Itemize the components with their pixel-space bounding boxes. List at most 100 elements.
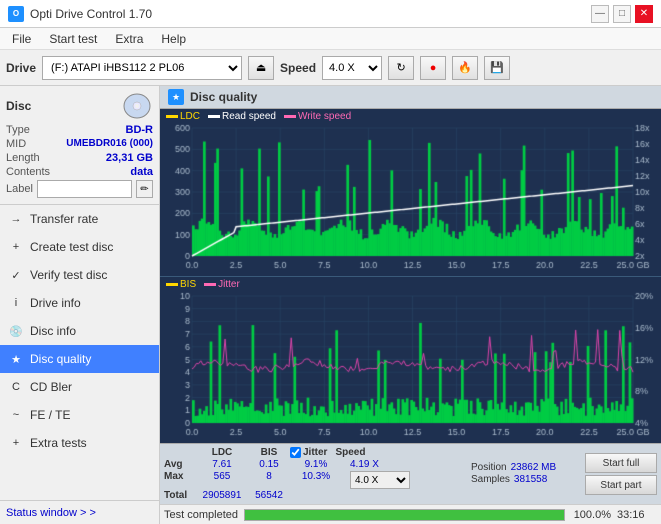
stats-columns: LDC BIS Jitter Speed Avg 7.61 0.15 9.1% <box>164 447 467 501</box>
window-controls: — □ ✕ <box>591 5 653 23</box>
stats-ldc-header: LDC <box>196 447 248 458</box>
disc-label-row: Label ✏ <box>6 180 153 198</box>
legend-bis: BIS <box>166 279 196 290</box>
ldc-chart <box>160 124 661 274</box>
refresh-button[interactable]: ↻ <box>388 56 414 80</box>
content-area: ★ Disc quality LDC Read speed <box>160 86 661 524</box>
type-label: Type <box>6 124 30 136</box>
top-legend: LDC Read speed Write speed <box>160 109 661 124</box>
label-edit-button[interactable]: ✏ <box>136 180 153 198</box>
charts-wrapper: LDC Read speed Write speed <box>160 109 661 443</box>
menu-start-test[interactable]: Start test <box>41 30 105 48</box>
position-label: Position <box>471 462 507 473</box>
progress-bar-fill <box>245 510 564 520</box>
avg-bis: 0.15 <box>248 459 290 470</box>
disc-length-row: Length 23,31 GB <box>6 152 153 164</box>
burn-button[interactable]: 🔥 <box>452 56 478 80</box>
sidebar-item-fe-te[interactable]: ~ FE / TE <box>0 401 159 429</box>
position-row: Position 23862 MB <box>471 462 581 473</box>
legend-jitter: Jitter <box>204 279 240 290</box>
start-part-button[interactable]: Start part <box>585 475 657 495</box>
stats-max-row: Max 565 8 10.3% 4.0 X2.0 X8.0 X <box>164 471 467 489</box>
drive-select[interactable]: (F:) ATAPI iHBS112 2 PL06 <box>42 56 242 80</box>
stats-bis-header: BIS <box>248 447 290 458</box>
speed-select-stats[interactable]: 4.0 X2.0 X8.0 X <box>350 471 410 489</box>
toolbar: Drive (F:) ATAPI iHBS112 2 PL06 ⏏ Speed … <box>0 50 661 86</box>
bis-jitter-chart <box>160 292 661 441</box>
speed-select[interactable]: 4.0 X 2.0 X 8.0 X <box>322 56 382 80</box>
create-test-disc-icon: + <box>8 239 24 255</box>
verify-test-disc-icon: ✓ <box>8 267 24 283</box>
sidebar-item-extra-tests[interactable]: + Extra tests <box>0 429 159 457</box>
stats-header-row: LDC BIS Jitter Speed <box>164 447 467 458</box>
sidebar-item-drive-info[interactable]: i Drive info <box>0 289 159 317</box>
max-bis: 8 <box>248 471 290 489</box>
sidebar-item-verify-test-disc[interactable]: ✓ Verify test disc <box>0 261 159 289</box>
disc-contents-row: Contents data <box>6 166 153 178</box>
speed-label: Speed <box>280 61 316 75</box>
max-ldc: 565 <box>196 471 248 489</box>
status-message: Test completed <box>164 509 238 521</box>
legend-ldc-label: LDC <box>180 111 200 122</box>
samples-value: 381558 <box>514 474 547 485</box>
sidebar-item-label-fe-te: FE / TE <box>30 408 70 422</box>
sidebar-item-disc-quality[interactable]: ★ Disc quality <box>0 345 159 373</box>
sidebar-item-transfer-rate[interactable]: → Transfer rate <box>0 205 159 233</box>
avg-label: Avg <box>164 459 196 470</box>
disc-info-icon: 💿 <box>8 323 24 339</box>
legend-jitter-color <box>204 283 216 286</box>
bottom-chart-container: BIS Jitter <box>160 277 661 444</box>
sidebar-item-label-cd-bler: CD Bler <box>30 380 72 394</box>
menu-extra[interactable]: Extra <box>107 30 151 48</box>
stats-inner: LDC BIS Jitter Speed Avg 7.61 0.15 9.1% <box>160 444 661 504</box>
disc-section: Disc Type BD-R MID UMEBDR016 (000) Leng <box>0 86 159 205</box>
top-chart-container: LDC Read speed Write speed <box>160 109 661 277</box>
extra-tests-icon: + <box>8 435 24 451</box>
legend-jitter-label: Jitter <box>218 279 240 290</box>
progress-section: Test completed 100.0% 33:16 <box>160 504 661 524</box>
minimize-button[interactable]: — <box>591 5 609 23</box>
avg-ldc: 7.61 <box>196 459 248 470</box>
label-input[interactable] <box>37 180 132 198</box>
jitter-header: Jitter <box>290 447 327 458</box>
settings-button[interactable]: ● <box>420 56 446 80</box>
sidebar-item-create-test-disc[interactable]: + Create test disc <box>0 233 159 261</box>
app-title: Opti Drive Control 1.70 <box>30 7 152 21</box>
disc-title: Disc <box>6 99 31 113</box>
mid-label: MID <box>6 138 26 150</box>
stats-avg-row: Avg 7.61 0.15 9.1% 4.19 X <box>164 459 467 470</box>
sidebar-item-disc-info[interactable]: 💿 Disc info <box>0 317 159 345</box>
menu-bar: File Start test Extra Help <box>0 28 661 50</box>
total-ldc: 2905891 <box>196 490 248 501</box>
sidebar-item-label-create-test-disc: Create test disc <box>30 240 113 254</box>
sidebar: Disc Type BD-R MID UMEBDR016 (000) Leng <box>0 86 160 524</box>
drive-info-icon: i <box>8 295 24 311</box>
disc-header: Disc <box>6 92 153 120</box>
menu-help[interactable]: Help <box>153 30 194 48</box>
start-full-button[interactable]: Start full <box>585 453 657 473</box>
save-button[interactable]: 💾 <box>484 56 510 80</box>
samples-label: Samples <box>471 474 510 485</box>
avg-jitter: 9.1% <box>290 459 342 470</box>
maximize-button[interactable]: □ <box>613 5 631 23</box>
disc-type-row: Type BD-R <box>6 124 153 136</box>
legend-write-speed-label: Write speed <box>298 111 351 122</box>
position-samples-header <box>471 447 581 461</box>
drive-label: Drive <box>6 61 36 75</box>
length-label: Length <box>6 152 40 164</box>
eject-button[interactable]: ⏏ <box>248 56 274 80</box>
position-samples: Position 23862 MB Samples 381558 <box>471 447 581 501</box>
total-bis: 56542 <box>248 490 290 501</box>
jitter-checkbox[interactable] <box>290 447 301 458</box>
action-buttons: Start full Start part <box>585 447 657 501</box>
menu-file[interactable]: File <box>4 30 39 48</box>
title-bar: O Opti Drive Control 1.70 — □ ✕ <box>0 0 661 28</box>
cd-bler-icon: C <box>8 379 24 395</box>
nav-section: → Transfer rate + Create test disc ✓ Ver… <box>0 205 159 500</box>
sidebar-item-label-drive-info: Drive info <box>30 296 81 310</box>
status-window-button[interactable]: Status window > > <box>0 500 159 524</box>
close-button[interactable]: ✕ <box>635 5 653 23</box>
max-label: Max <box>164 471 196 489</box>
sidebar-item-cd-bler[interactable]: C CD Bler <box>0 373 159 401</box>
position-value: 23862 MB <box>511 462 557 473</box>
